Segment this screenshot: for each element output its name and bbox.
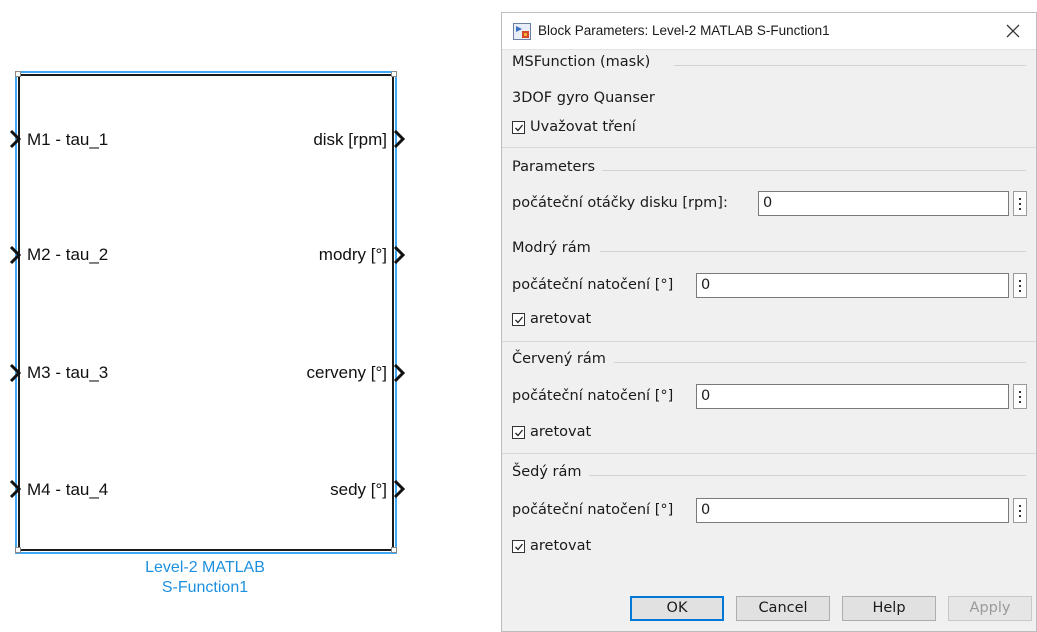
gray-frame-lock-row[interactable]: aretovat [512,538,591,554]
output-port-label-1: disk [rpm] [313,130,387,149]
disk-speed-label: počáteční otáčky disku [rpm]: [512,195,728,211]
more-options-icon[interactable] [1013,384,1027,409]
group-divider [614,362,1026,363]
dialog-title: Block Parameters: Level-2 MATLAB S-Funct… [538,23,830,38]
blue-frame-lock-label: aretovat [530,311,592,327]
friction-checkbox[interactable] [512,120,525,134]
output-port-label-4: sedy [°] [330,480,387,499]
input-port-arrow-icon[interactable] [9,479,21,499]
help-button[interactable]: Help [842,596,936,621]
dialog-titlebar[interactable]: Block Parameters: Level-2 MATLAB S-Funct… [502,13,1036,50]
input-port-label-2: M2 - tau_2 [27,245,109,264]
red-frame-lock-row[interactable]: aretovat [512,424,591,440]
block-name-line-2[interactable]: S-Function1 [100,578,310,597]
block-parameters-dialog: Block Parameters: Level-2 MATLAB S-Funct… [501,12,1037,632]
parameters-group-title: Parameters [512,159,595,175]
output-port-label-3: cerveny [°] [306,363,388,382]
more-options-icon[interactable] [1013,273,1027,298]
section-separator [502,341,1036,342]
apply-button[interactable]: Apply [948,596,1032,621]
friction-checkbox-label: Uvažovat tření [530,119,636,135]
gray-frame-group-title: Šedý rám [512,464,582,480]
input-port-arrow-icon[interactable] [9,129,21,149]
blue-frame-group-title: Modrý rám [512,240,591,256]
input-port-arrow-icon[interactable] [9,363,21,383]
more-options-icon[interactable] [1013,191,1027,216]
gray-frame-lock-label: aretovat [530,538,592,554]
block-name-line-1[interactable]: Level-2 MATLAB [100,558,310,577]
output-port-arrow-icon[interactable] [393,129,405,149]
section-separator [502,453,1036,454]
mask-description: 3DOF gyro Quanser [512,90,655,106]
input-port-label-4: M4 - tau_4 [27,480,109,499]
mask-group-title: MSFunction (mask) [512,54,651,70]
output-port-label-2: modry [°] [318,245,387,264]
more-options-icon[interactable] [1013,498,1027,523]
red-frame-lock-label: aretovat [530,424,592,440]
group-divider [600,251,1026,252]
input-port-label-1: M1 - tau_1 [27,130,109,149]
resize-handle-top-left[interactable] [15,71,21,77]
close-icon[interactable] [990,13,1036,49]
gray-frame-angle-label: počáteční natočení [°] [512,502,674,518]
output-port-arrow-icon[interactable] [393,245,405,265]
blue-frame-lock-row[interactable]: aretovat [512,311,591,327]
red-frame-group-title: Červený rám [512,351,606,367]
output-port-arrow-icon[interactable] [393,479,405,499]
disk-speed-input[interactable]: 0 [758,191,1009,216]
gray-frame-lock-checkbox[interactable] [512,539,525,553]
blue-frame-lock-checkbox[interactable] [512,312,525,326]
section-separator [502,147,1036,148]
group-divider [589,475,1026,476]
friction-checkbox-row[interactable]: Uvažovat tření [512,119,636,135]
ok-button[interactable]: OK [630,596,724,621]
cancel-button[interactable]: Cancel [736,596,830,621]
red-frame-angle-input[interactable]: 0 [696,384,1009,409]
blue-frame-angle-input[interactable]: 0 [696,273,1009,298]
input-port-label-3: M3 - tau_3 [27,363,109,382]
input-port-arrow-icon[interactable] [9,245,21,265]
gray-frame-angle-input[interactable]: 0 [696,498,1009,523]
red-frame-angle-label: počáteční natočení [°] [512,388,674,404]
output-port-arrow-icon[interactable] [393,363,405,383]
group-divider [602,170,1026,171]
blue-frame-angle-label: počáteční natočení [°] [512,277,674,293]
resize-handle-top-right[interactable] [391,71,397,77]
group-divider [674,65,1026,66]
red-frame-lock-checkbox[interactable] [512,425,525,439]
resize-handle-bottom-left[interactable] [15,547,21,553]
resize-handle-bottom-right[interactable] [391,547,397,553]
simulink-block-icon [513,23,531,40]
